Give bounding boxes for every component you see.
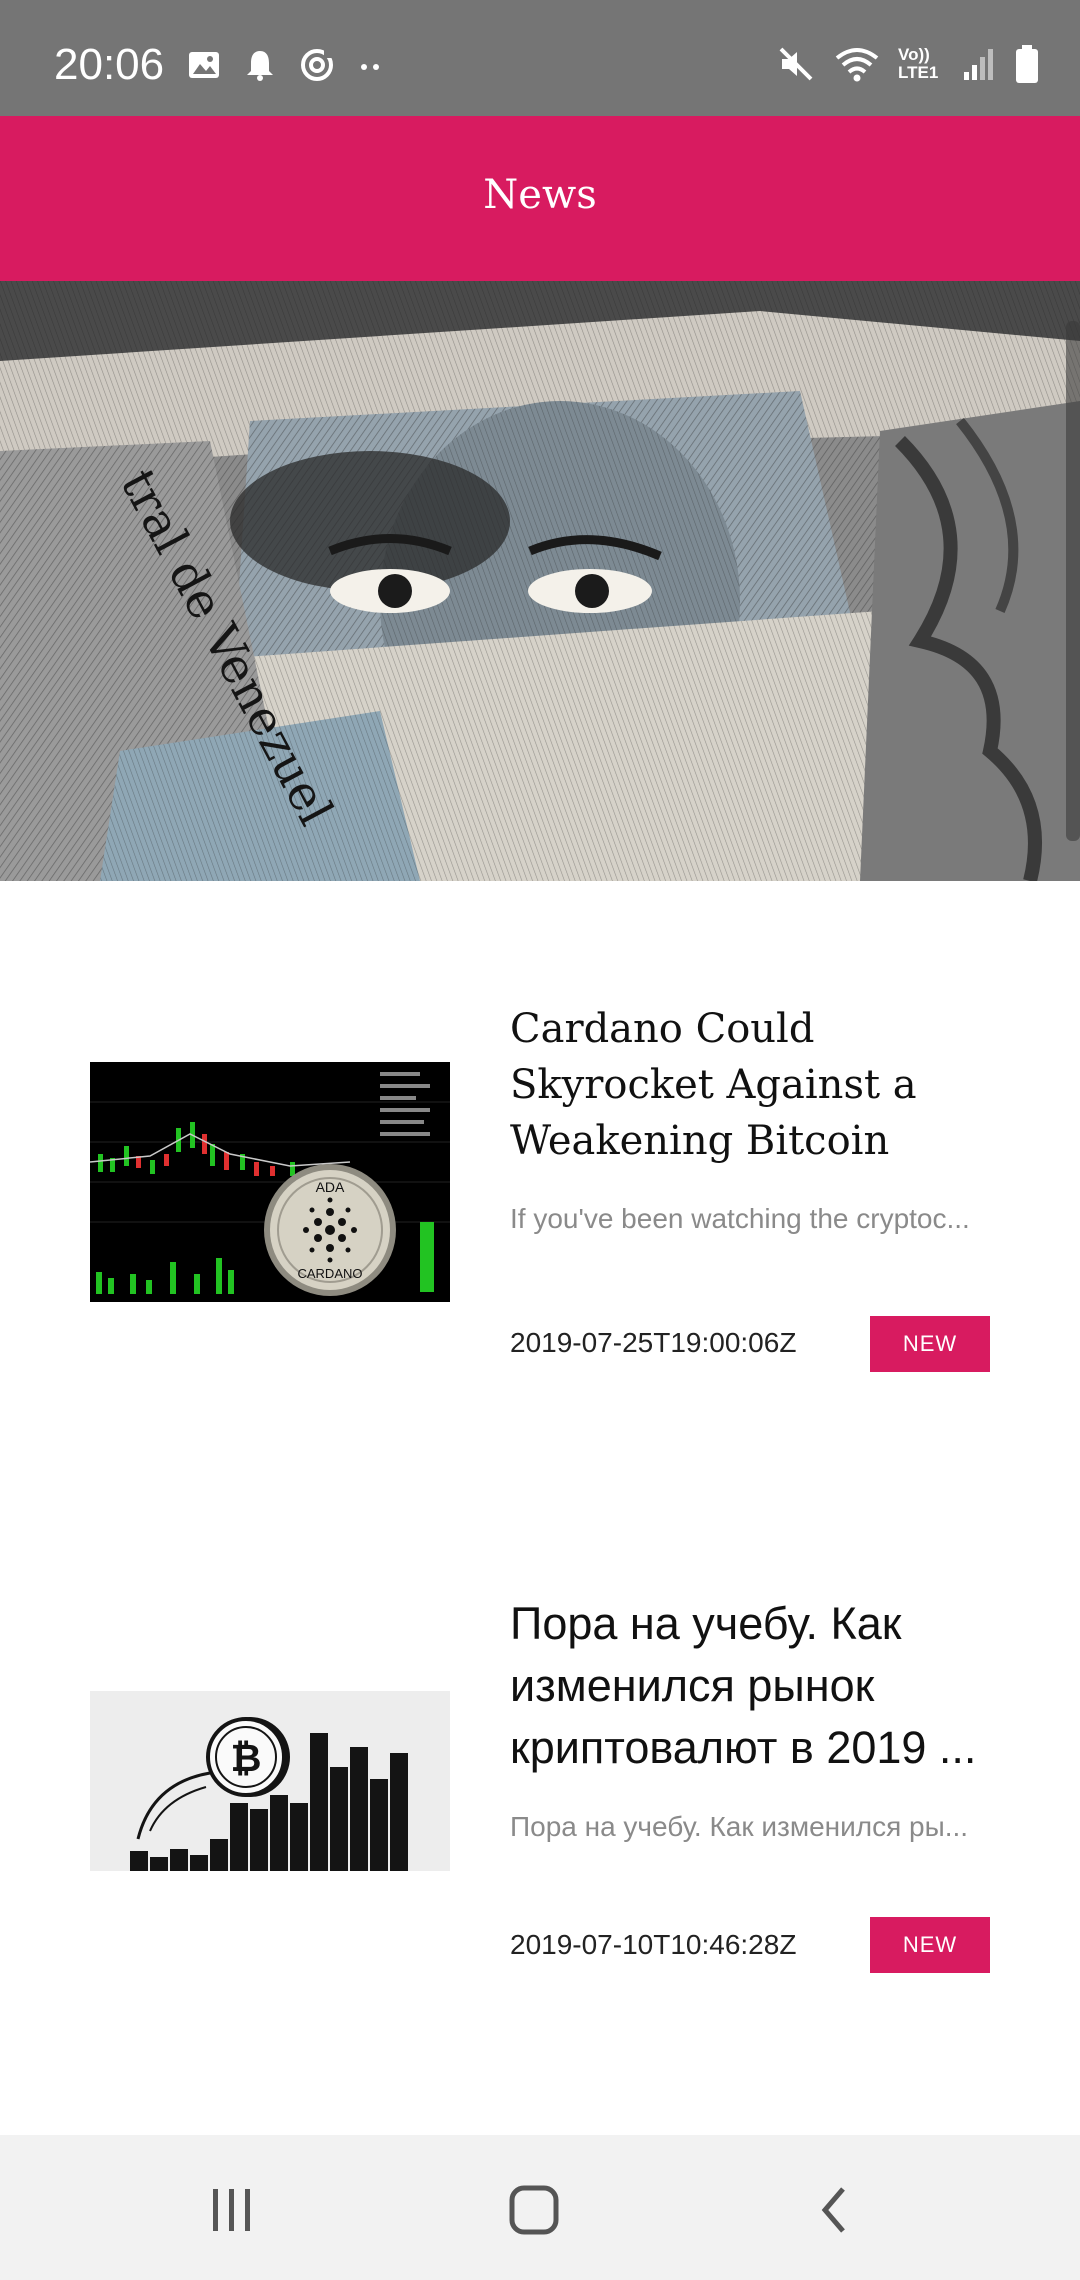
app-bar: News <box>0 116 1080 281</box>
hero-image: tral de Venezuel <box>0 281 1080 881</box>
article-snippet: If you've been watching the cryptoc... <box>510 1203 970 1234</box>
signal-icon <box>964 49 993 80</box>
sync-icon <box>301 49 333 81</box>
article-title[interactable]: Пора на учебу. Как изменился рынок крипт… <box>510 1593 1010 1779</box>
article-thumbnail: ₿ <box>90 1691 450 1871</box>
article-snippet: Пора на учебу. Как изменился ры... <box>510 1811 969 1842</box>
svg-text:₿: ₿ <box>231 1736 262 1780</box>
home-button[interactable] <box>494 2175 574 2245</box>
app-title: News <box>483 172 597 218</box>
more-dots-icon <box>361 64 379 70</box>
navigation-bar <box>0 2135 1080 2280</box>
new-badge[interactable]: NEW <box>870 1316 990 1372</box>
article-title[interactable]: Cardano Could Skyrocket Against a Weaken… <box>510 1001 1010 1169</box>
wifi-icon <box>835 48 879 82</box>
coin-cardano-text: CARDANO <box>297 1266 362 1281</box>
status-time: 20:06 <box>54 40 165 89</box>
cardano-chart-image: ADA CARDANO <box>90 1062 450 1302</box>
article-date: 2019-07-25T19:00:06Z <box>510 1327 797 1358</box>
bitcoin-bars-image: ₿ <box>90 1691 450 1871</box>
back-icon <box>821 2187 845 2233</box>
recent-apps-icon <box>213 2189 250 2231</box>
recent-apps-button[interactable] <box>192 2175 272 2245</box>
status-icons-right: Vo)) LTE1 <box>776 44 1040 84</box>
volte-icon: Vo)) LTE1 <box>898 45 939 82</box>
new-badge[interactable]: NEW <box>870 1917 990 1973</box>
home-icon <box>509 2185 559 2235</box>
status-icons-left <box>186 46 384 84</box>
news-card[interactable]: ADA CARDANO Cardano Could Skyrocket Agai… <box>0 881 1080 1481</box>
bell-icon <box>247 51 273 81</box>
back-button[interactable] <box>796 2175 876 2245</box>
article-thumbnail: ADA CARDANO <box>90 1062 450 1302</box>
article-date: 2019-07-10T10:46:28Z <box>510 1929 797 1960</box>
status-bar: 20:06 Vo)) LTE1 <box>0 0 1080 116</box>
banknote-illustration: tral de Venezuel <box>0 281 1080 881</box>
news-card[interactable]: ₿ Пора на учебу. Как изменился рынок кри… <box>0 1481 1080 2081</box>
coin-ada-text: ADA <box>316 1179 345 1195</box>
mute-icon <box>779 47 813 81</box>
battery-icon <box>1016 45 1038 83</box>
image-icon <box>189 52 219 78</box>
